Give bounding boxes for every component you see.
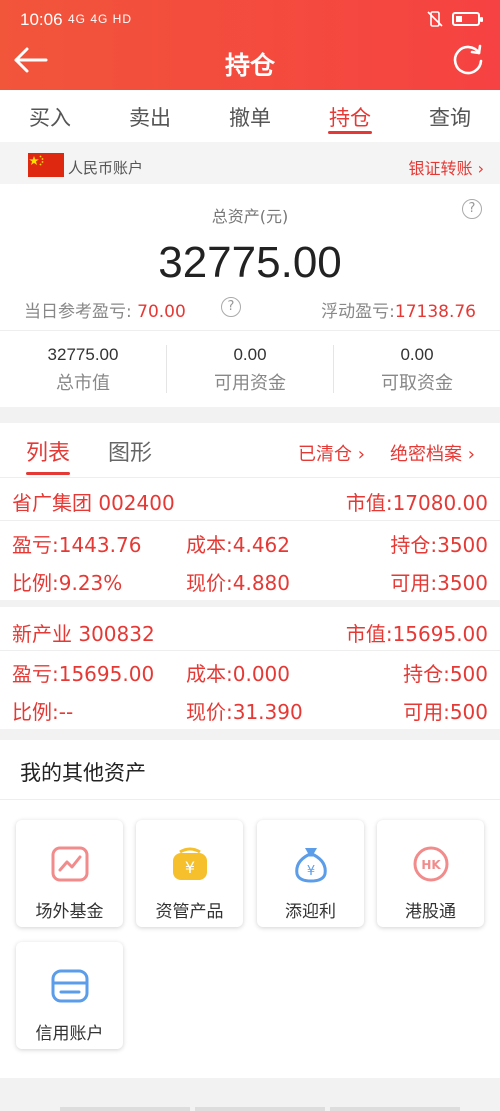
closed-positions-label: 已清仓 <box>298 444 352 465</box>
cost-price: 成本:4.462 <box>186 533 290 557</box>
tab-chart[interactable]: 图形 <box>108 435 152 467</box>
archive-label: 绝密档案 <box>390 444 462 465</box>
market-value: 市值:15695.00 <box>345 622 488 646</box>
current-price: 现价:31.390 <box>186 700 303 724</box>
app-header: 10:06 4G 4G HD 持仓 <box>0 0 500 90</box>
closed-positions-link[interactable]: 已清仓 › <box>298 440 365 466</box>
tab-list[interactable]: 列表 <box>26 435 71 475</box>
nav-hint-bar <box>60 1107 190 1111</box>
stat-available-funds: 0.00 可用资金 <box>167 345 333 395</box>
stock-name-code: 新产业 300832 <box>12 622 155 646</box>
svg-text:¥: ¥ <box>185 858 195 877</box>
market-value: 市值:17080.00 <box>345 491 488 515</box>
mute-vibrate-icon <box>427 11 443 27</box>
card-hk-connect[interactable]: HK 港股通 <box>377 820 484 927</box>
tab-query[interactable]: 查询 <box>400 90 500 142</box>
card-asset-management[interactable]: ¥ 资管产品 <box>136 820 243 927</box>
yen-wallet-icon: ¥ <box>173 847 207 880</box>
float-pl-value: 17138.76 <box>394 302 476 322</box>
status-time: 10:06 <box>20 10 63 29</box>
stat-value: 0.00 <box>400 345 434 364</box>
card-credit-account[interactable]: 信用账户 <box>16 942 123 1049</box>
signal-indicator: 4G 4G HD <box>68 12 133 26</box>
stat-withdrawable-funds: 0.00 可取资金 <box>334 345 500 395</box>
card-label: 信用账户 <box>35 1024 104 1044</box>
card-label: 资管产品 <box>155 902 224 922</box>
pl-ratio: 比例:-- <box>12 700 74 724</box>
divider <box>0 520 500 521</box>
stat-label: 总市值 <box>56 373 110 394</box>
float-pl-label: 浮动盈亏: <box>321 302 395 322</box>
archive-link[interactable]: 绝密档案 › <box>390 440 475 466</box>
profit-loss: 盈亏:1443.76 <box>12 533 142 557</box>
tab-buy[interactable]: 买入 <box>0 90 100 142</box>
other-assets-title: 我的其他资产 <box>20 761 146 785</box>
help-icon[interactable]: ? <box>221 297 241 317</box>
money-bag-icon: ¥ <box>295 848 327 883</box>
status-bar: 10:06 4G 4G HD <box>0 0 500 42</box>
china-flag-icon <box>28 153 64 177</box>
svg-text:¥: ¥ <box>307 864 315 879</box>
chevron-right-icon: › <box>357 444 365 465</box>
available-qty: 可用:500 <box>403 700 488 724</box>
nav-hint-bar <box>330 1107 460 1111</box>
bank-transfer-link[interactable]: 银证转账 › <box>408 155 484 179</box>
chevron-right-icon: › <box>467 444 475 465</box>
divider <box>0 330 500 331</box>
stat-label: 可用资金 <box>214 373 286 394</box>
account-name: 人民币账户 <box>68 159 144 177</box>
stat-label: 可取资金 <box>381 373 453 394</box>
chevron-right-icon: › <box>477 159 484 178</box>
position-qty: 持仓:3500 <box>390 533 488 557</box>
stock-name-code: 省广集团 002400 <box>12 491 175 515</box>
stat-value: 0.00 <box>233 345 267 364</box>
refresh-icon[interactable] <box>448 40 488 80</box>
bottom-strip <box>0 1078 500 1111</box>
credit-card-icon <box>51 969 89 1003</box>
card-label: 添迎利 <box>285 902 336 922</box>
cost-price: 成本:0.000 <box>186 662 290 686</box>
current-price: 现价:4.880 <box>186 571 290 595</box>
battery-icon <box>452 12 483 26</box>
bank-transfer-label: 银证转账 <box>408 159 473 178</box>
tab-positions[interactable]: 持仓 <box>300 90 400 142</box>
pl-ratio: 比例:9.23% <box>12 571 123 595</box>
card-tianyingli[interactable]: ¥ 添迎利 <box>257 820 364 927</box>
svg-text:HK: HK <box>421 858 441 872</box>
profit-loss: 盈亏:15695.00 <box>12 662 155 686</box>
nav-hint-bar <box>195 1107 325 1111</box>
card-label: 场外基金 <box>35 902 104 922</box>
float-pl: 浮动盈亏:17138.76 <box>321 297 476 322</box>
tab-sell[interactable]: 卖出 <box>100 90 200 142</box>
divider <box>0 799 500 800</box>
card-label: 港股通 <box>405 902 456 922</box>
stat-market-value: 32775.00 总市值 <box>0 345 166 395</box>
help-icon[interactable]: ? <box>462 199 482 219</box>
card-otc-fund[interactable]: 场外基金 <box>16 820 123 927</box>
total-assets-label: 总资产(元) <box>211 207 289 226</box>
available-qty: 可用:3500 <box>390 571 488 595</box>
stat-value: 32775.00 <box>47 345 119 364</box>
daily-pl-value: 70.00 <box>137 302 186 322</box>
trade-tabs: 买入 卖出 撤单 持仓 查询 <box>0 90 500 142</box>
daily-pl: 当日参考盈亏: 70.00 <box>24 297 186 322</box>
daily-pl-label: 当日参考盈亏: <box>24 302 132 322</box>
status-icons <box>426 10 483 28</box>
hk-coin-icon: HK <box>413 846 449 882</box>
page-title: 持仓 <box>224 51 275 80</box>
fund-chart-icon <box>51 846 89 882</box>
divider <box>0 650 500 651</box>
position-qty: 持仓:500 <box>403 662 488 686</box>
tab-cancel[interactable]: 撤单 <box>200 90 300 142</box>
total-assets-value: 32775.00 <box>158 238 342 287</box>
